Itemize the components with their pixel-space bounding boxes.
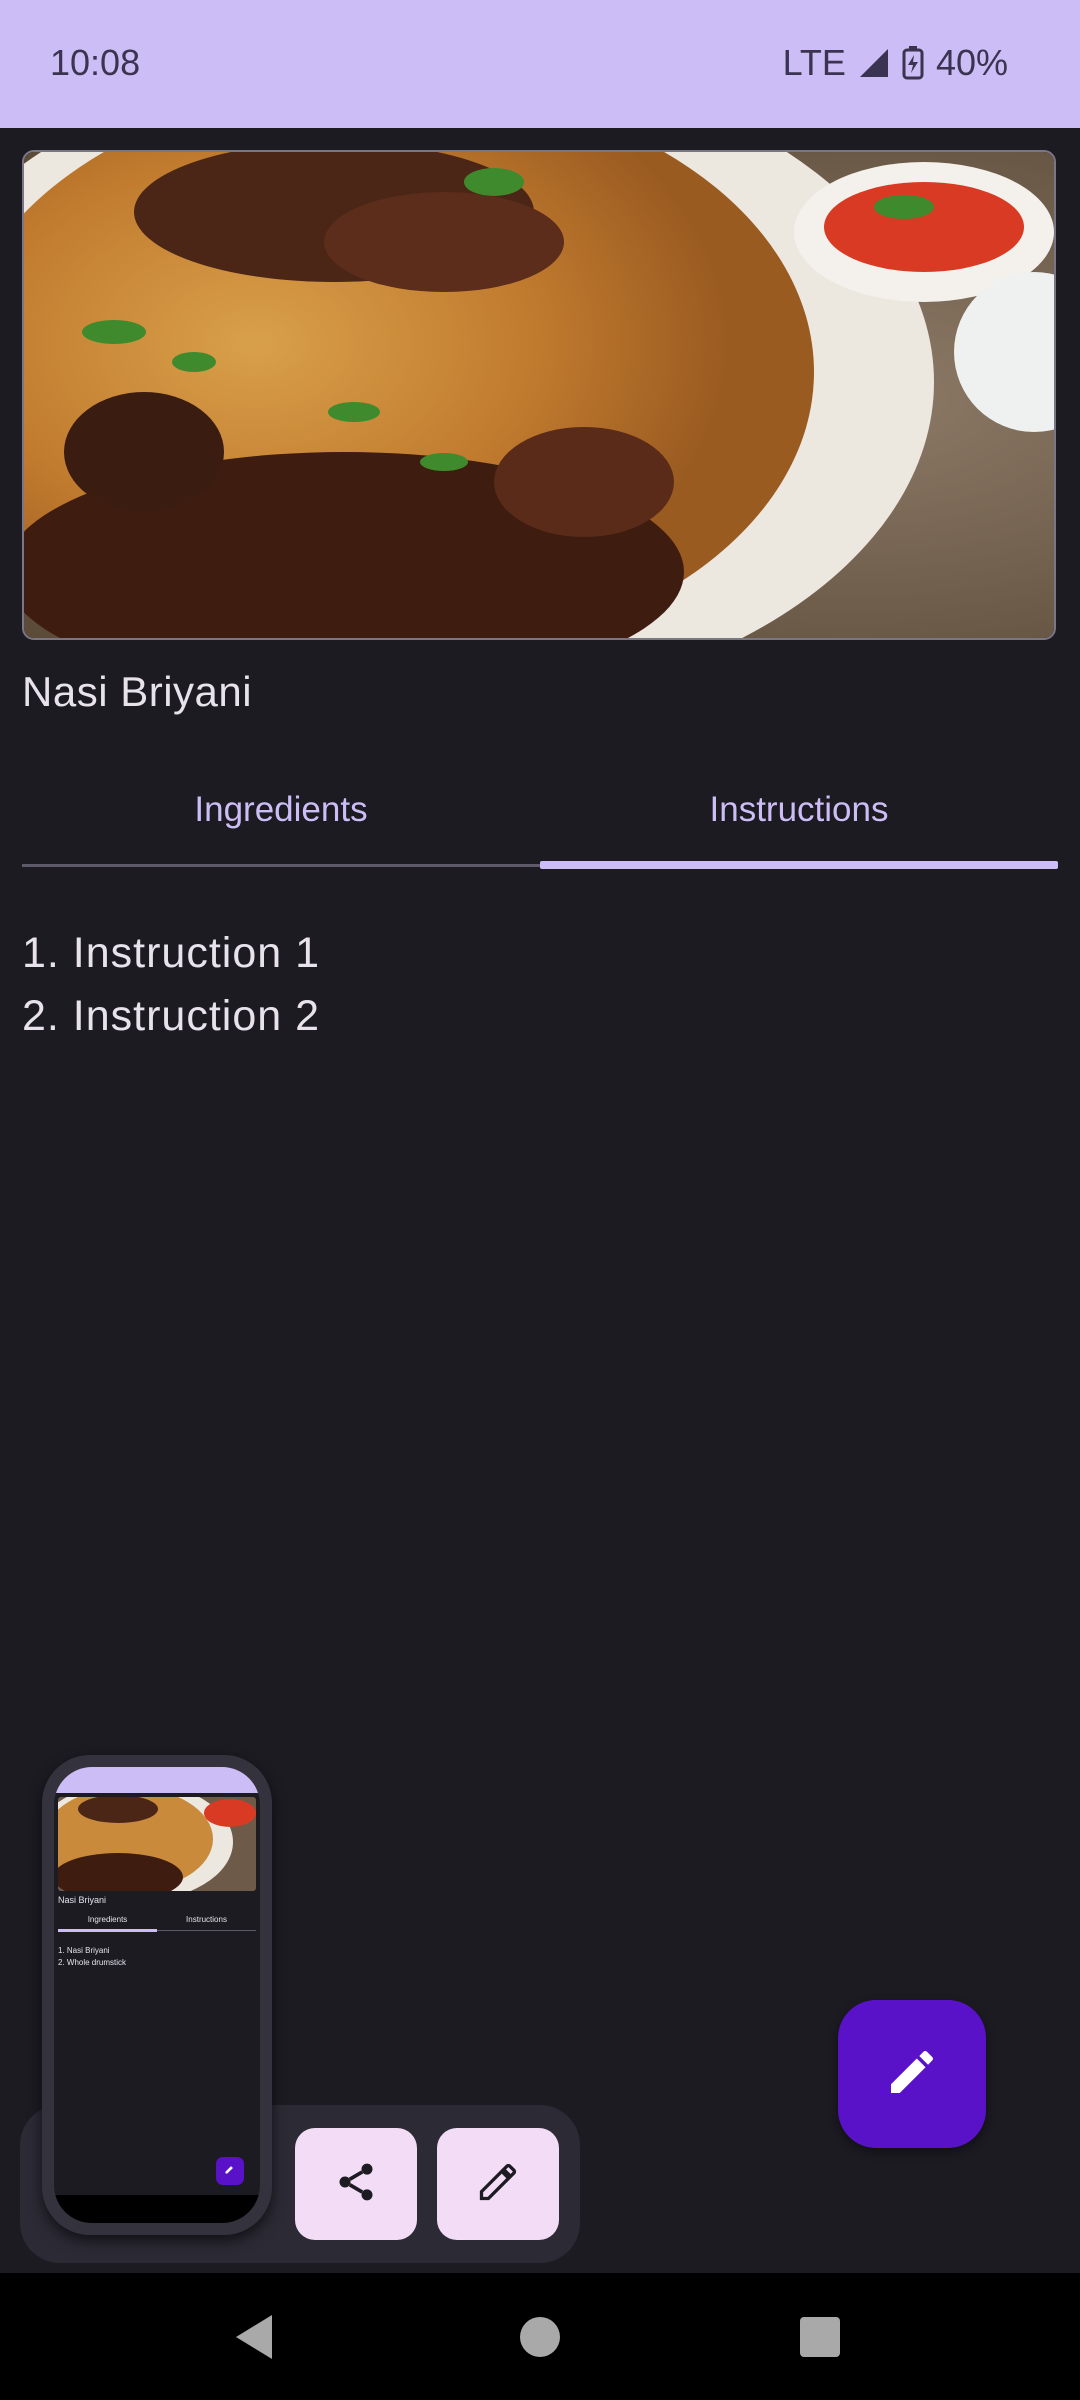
pencil-icon [224, 2162, 236, 2180]
battery-icon [902, 46, 924, 80]
edit-fab-button[interactable] [838, 2000, 986, 2148]
home-icon[interactable] [520, 2317, 560, 2357]
status-bar: 10:08 LTE 40% [0, 0, 1080, 128]
network-label: LTE [782, 42, 846, 83]
thumbnail-status-bar [54, 1767, 260, 1793]
share-icon [334, 2160, 378, 2209]
tab-instructions[interactable]: Instructions [540, 760, 1058, 860]
thumbnail-tab-ingredients: Ingredients [87, 1915, 128, 1924]
tab-ingredients[interactable]: Ingredients [22, 760, 540, 860]
signal-icon [858, 47, 890, 79]
thumbnail-title: Nasi Briyani [58, 1895, 107, 1905]
thumbnail-list: 1. Nasi Briyani 2. Whole drumstick [58, 1945, 126, 1969]
battery-percent: 40% [935, 42, 1008, 83]
list-item: 1. Nasi Briyani [58, 1946, 110, 1955]
screenshot-thumbnail[interactable]: Nasi Briyani Ingredients Instructions 1.… [42, 1755, 272, 2235]
share-button[interactable] [295, 2128, 417, 2240]
system-nav-bar [0, 2273, 1080, 2400]
thumbnail-fab [216, 2157, 244, 2185]
recents-icon[interactable] [800, 2317, 840, 2357]
recipe-image [22, 150, 1056, 640]
pencil-icon [884, 2044, 940, 2105]
list-item: 1. Instruction 1 [22, 929, 321, 977]
tab-selected-indicator [540, 861, 1058, 869]
back-icon[interactable] [232, 2313, 276, 2366]
thumbnail-recipe-image [58, 1797, 256, 1891]
list-item: 2. Whole drumstick [58, 1958, 127, 1967]
thumbnail-tab-indicator [58, 1929, 157, 1932]
list-item: 2. Instruction 2 [22, 992, 321, 1040]
thumbnail-screen: Nasi Briyani Ingredients Instructions 1.… [54, 1767, 260, 2223]
status-time: 10:08 [50, 42, 141, 83]
thumbnail-nav-bar [54, 2195, 260, 2223]
edit-screenshot-button[interactable] [437, 2128, 559, 2240]
instruction-list: 1. Instruction 1 2. Instruction 2 [22, 922, 320, 1048]
pencil-icon [476, 2160, 520, 2209]
status-indicators: LTE 40% [783, 42, 1008, 84]
thumbnail-tab-instructions: Instructions [186, 1915, 227, 1924]
tab-bar: Ingredients Instructions [22, 760, 1058, 870]
recipe-title: Nasi Briyani [22, 668, 253, 715]
